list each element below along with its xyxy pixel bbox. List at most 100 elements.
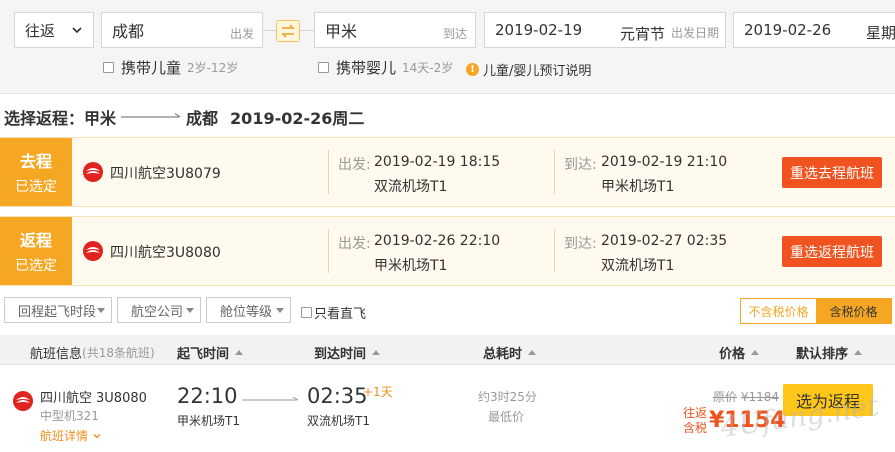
col-sort-label: 默认排序 xyxy=(796,347,849,362)
return-dep-port: 甲米机场T1 xyxy=(374,258,448,274)
sort-dep-time[interactable]: 起飞时间 xyxy=(177,343,244,362)
long-arrow-icon xyxy=(121,113,181,118)
depart-date-input[interactable]: 2019-02-19 元宵节 出发日期 xyxy=(484,12,726,48)
row-dep-port: 甲米机场T1 xyxy=(177,414,240,428)
airline-filter[interactable]: 航空公司 xyxy=(117,297,201,323)
from-hint: 出发 xyxy=(229,27,254,41)
col-flight-info-label: 航班信息 xyxy=(30,347,83,362)
swap-line-left xyxy=(263,30,276,31)
return-dep-label: 出发: xyxy=(338,236,371,252)
return-time-filter[interactable]: 回程起飞时段 xyxy=(4,297,112,323)
divider xyxy=(554,229,555,273)
include-tax-option[interactable]: 含税价格 xyxy=(816,299,891,323)
outbound-tag-title: 去程 xyxy=(19,152,52,171)
sort-up-icon xyxy=(235,350,244,355)
child-option[interactable]: 携带儿童 2岁-12岁 xyxy=(103,57,238,78)
row-original-label: 原价 xyxy=(713,390,738,404)
cabin-filter[interactable]: 舱位等级 xyxy=(206,297,291,323)
reselect-outbound-button[interactable]: 重选去程航班 xyxy=(782,157,882,188)
outbound-dep-time: 2019-02-19 18:15 xyxy=(374,154,501,170)
col-arr-label: 到达时间 xyxy=(314,347,367,362)
return-tag-title: 返程 xyxy=(19,231,52,250)
chevron-down-icon xyxy=(93,433,101,438)
row-price-tag: 往返 含税 xyxy=(683,406,707,436)
trip-type-select[interactable]: 往返 xyxy=(14,12,94,48)
exclude-tax-option[interactable]: 不含税价格 xyxy=(741,299,816,323)
col-flight-info: 航班信息 (共18条航班) xyxy=(30,343,155,362)
flight-count: (共18条航班) xyxy=(82,346,155,360)
to-city-input[interactable]: 甲米 到达 xyxy=(314,12,476,48)
outbound-dep-port: 双流机场T1 xyxy=(374,179,448,195)
to-city-value: 甲米 xyxy=(325,22,358,41)
row-duration: 约3时25分 xyxy=(478,390,537,404)
child-age: 2岁-12岁 xyxy=(187,61,239,75)
outbound-tag-status: 已选定 xyxy=(15,179,57,195)
direct-only-checkbox[interactable] xyxy=(301,307,312,318)
row-plane-type: 中型机321 xyxy=(40,409,99,423)
direct-only-option[interactable]: 只看直飞 xyxy=(301,303,366,322)
chevron-down-icon xyxy=(72,27,82,34)
divider xyxy=(328,150,329,194)
from-city-value: 成都 xyxy=(112,22,145,41)
sichuan-airlines-logo-icon xyxy=(13,391,33,411)
infant-checkbox[interactable] xyxy=(318,62,329,73)
child-infant-note-link[interactable]: ! 儿童/婴儿预订说明 xyxy=(466,60,591,79)
row-original-price: 原价 ¥1184 xyxy=(713,388,779,405)
child-checkbox[interactable] xyxy=(103,62,114,73)
outbound-arr-port: 甲米机场T1 xyxy=(601,179,675,195)
selected-outbound-flight: 去程 已选定 四川航空3U8079 出发: 2019-02-19 18:15 双… xyxy=(0,137,895,207)
return-tag: 返程 已选定 xyxy=(0,217,72,285)
return-arr-label: 到达: xyxy=(564,236,597,252)
sort-arr-time[interactable]: 到达时间 xyxy=(314,343,381,362)
search-bar: 往返 成都 出发 甲米 到达 2019-02-19 元宵节 出发日期 2019-… xyxy=(0,0,895,94)
title-from: 甲米 xyxy=(84,109,117,128)
col-dur-label: 总耗时 xyxy=(483,347,523,362)
title-to: 成都 xyxy=(186,109,219,128)
page-title: 选择返程： 甲米 成都 2019-02-26周二 xyxy=(4,105,364,129)
infant-age: 14天-2岁 xyxy=(402,61,454,75)
depart-date-value: 2019-02-19 xyxy=(495,21,583,39)
caret-down-icon xyxy=(276,308,284,313)
sort-price[interactable]: 价格 xyxy=(719,343,760,362)
row-price-tag-roundtrip: 往返 xyxy=(683,406,708,420)
sichuan-airlines-logo-icon xyxy=(83,162,103,182)
depart-holiday: 元宵节 xyxy=(619,25,665,43)
return-airline: 四川航空3U8080 xyxy=(110,245,221,261)
sichuan-airlines-logo-icon xyxy=(83,241,103,261)
reselect-return-button[interactable]: 重选返程航班 xyxy=(782,236,882,267)
info-icon: ! xyxy=(466,63,479,76)
trip-type-value: 往返 xyxy=(25,21,56,40)
return-time-filter-label: 回程起飞时段 xyxy=(18,304,97,320)
flight-table-header: 航班信息 (共18条航班) 起飞时间 到达时间 总耗时 价格 默认排序 xyxy=(0,335,895,365)
return-arr-port: 双流机场T1 xyxy=(601,258,675,274)
child-label: 携带儿童 xyxy=(121,59,182,77)
row-arr-port: 双流机场T1 xyxy=(307,414,370,428)
row-lowest-badge: 最低价 xyxy=(488,410,525,424)
divider xyxy=(554,150,555,194)
caret-down-icon xyxy=(97,308,105,313)
return-date-input[interactable]: 2019-02-26 星期 xyxy=(733,12,895,48)
flight-detail-link[interactable]: 航班详情 xyxy=(40,427,101,444)
infant-option[interactable]: 携带婴儿 14天-2岁 xyxy=(318,57,453,78)
return-weekday: 星期 xyxy=(866,24,895,42)
from-city-input[interactable]: 成都 出发 xyxy=(101,12,263,48)
sort-up-icon xyxy=(372,350,381,355)
return-arr-time: 2019-02-27 02:35 xyxy=(601,233,728,249)
caret-down-icon xyxy=(186,308,194,313)
swap-cities-button[interactable] xyxy=(276,20,300,42)
outbound-dep-label: 出发: xyxy=(338,157,371,173)
col-dep-label: 起飞时间 xyxy=(177,347,230,362)
selected-return-flight: 返程 已选定 四川航空3U8080 出发: 2019-02-26 22:10 甲… xyxy=(0,216,895,286)
sort-up-icon xyxy=(751,350,760,355)
to-hint: 到达 xyxy=(442,27,467,41)
outbound-arr-time: 2019-02-19 21:10 xyxy=(601,154,728,170)
sort-duration[interactable]: 总耗时 xyxy=(483,343,537,362)
row-price-tag-tax: 含税 xyxy=(683,421,708,435)
flight-arrow-icon xyxy=(242,396,299,401)
sort-default[interactable]: 默认排序 xyxy=(796,343,863,362)
return-date-value: 2019-02-26 xyxy=(744,21,832,39)
airline-filter-label: 航空公司 xyxy=(131,304,184,320)
return-dep-time: 2019-02-26 22:10 xyxy=(374,233,501,249)
row-original-value: ¥1184 xyxy=(740,390,780,404)
row-dep-time: 22:10 xyxy=(177,384,238,408)
